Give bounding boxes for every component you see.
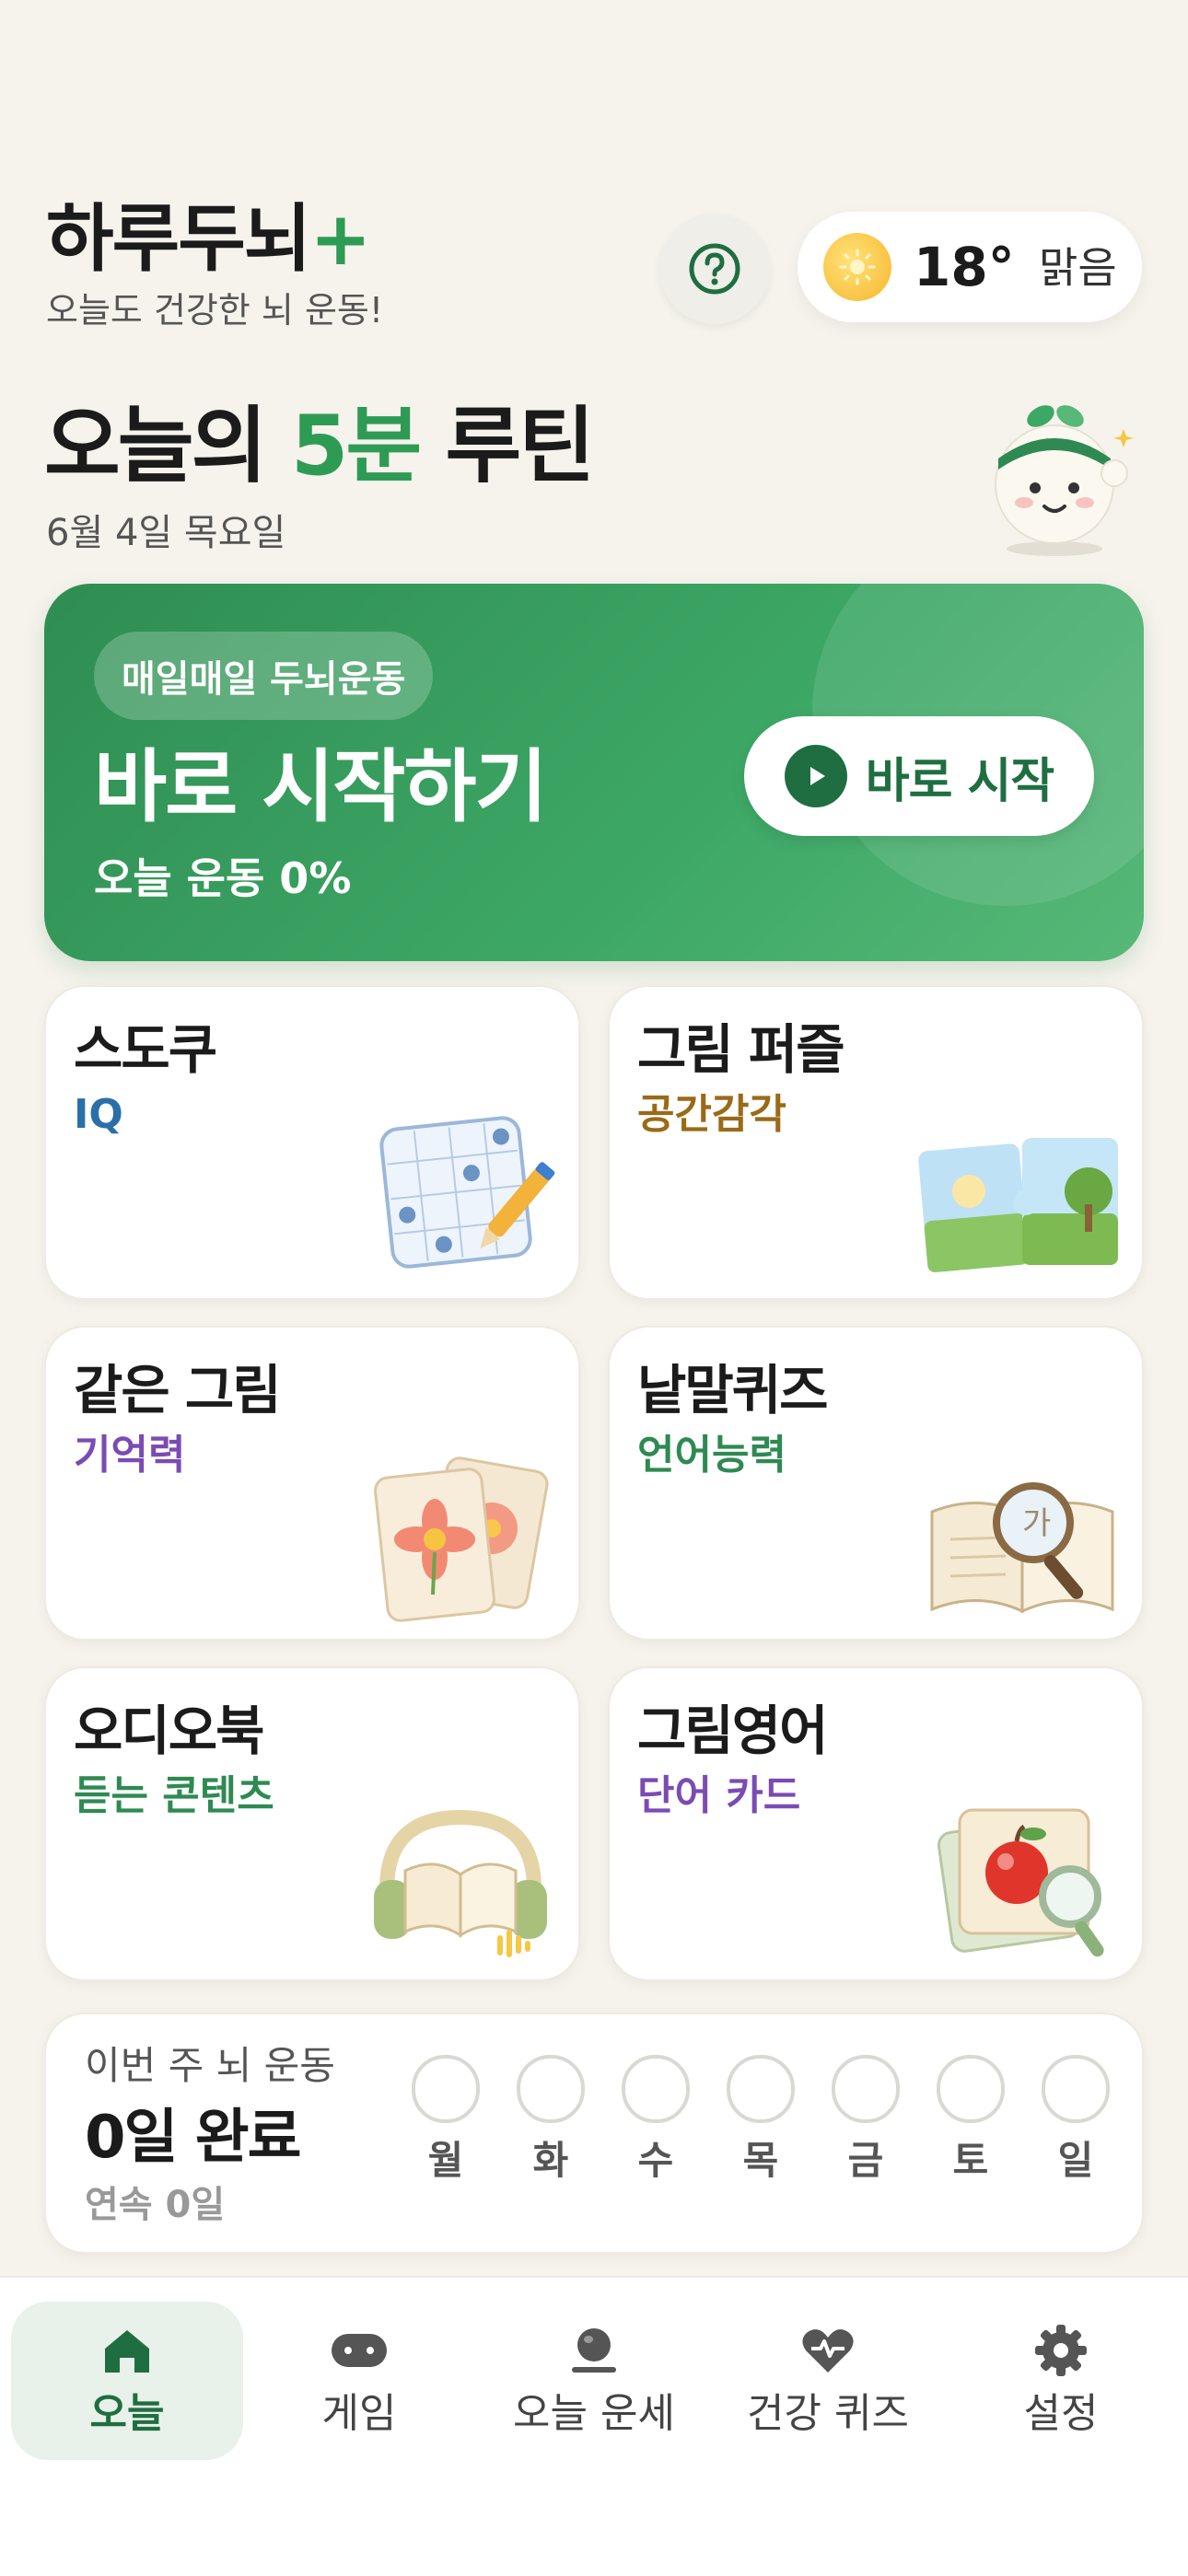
book-magnifier-icon: 가 (930, 1482, 1114, 1614)
day-label: 수 (637, 2138, 674, 2183)
day-ring (937, 2055, 1005, 2123)
day-label: 일 (1057, 2138, 1094, 2183)
weather-widget[interactable]: 18° 맑음 (798, 212, 1142, 322)
day-ring (517, 2055, 585, 2123)
game-card-sudoku[interactable]: 스도쿠 IQ (44, 985, 580, 1300)
play-triangle-icon (809, 767, 825, 785)
day-ring (727, 2055, 795, 2123)
card-subtitle: 듣는 콘텐츠 (74, 1772, 274, 1819)
nav-health-quiz[interactable]: 건강 퀴즈 (712, 2302, 944, 2460)
nav-label: 오늘 (89, 2390, 165, 2437)
card-title: 그림영어 (637, 1700, 828, 1762)
game-card-picture-puzzle[interactable]: 그림 퍼즐 공간감각 (608, 985, 1144, 1300)
help-button[interactable] (659, 214, 770, 324)
nav-games[interactable]: 게임 (243, 2302, 475, 2460)
nav-today[interactable]: 오늘 (11, 2302, 243, 2460)
jigsaw-puzzle-icon (918, 1138, 1118, 1272)
day-label: 목 (742, 2138, 779, 2183)
question-circle-icon (689, 243, 740, 295)
day-ring (832, 2055, 900, 2123)
routine-title-suffix: 루틴 (419, 398, 596, 494)
day-ring (412, 2055, 480, 2123)
day-thursday: 목 (724, 2055, 798, 2186)
start-button-label: 바로 시작 (865, 753, 1054, 809)
routine-date: 6월 4일 목요일 (46, 512, 286, 554)
day-wednesday: 수 (619, 2055, 693, 2186)
weekly-progress-card: 이번 주 뇌 운동 0일 완료 연속 0일 월 화 수 목 금 토 일 (44, 2013, 1144, 2254)
flower-cards-icon (374, 1456, 549, 1622)
mascot-icon (995, 405, 1134, 556)
bottom-nav: 오늘 게임 오늘 운세 건강 퀴즈 설정 (0, 2276, 1188, 2576)
card-subtitle: 단어 카드 (637, 1772, 801, 1819)
card-title: 오디오북 (74, 1700, 264, 1762)
app-title: 하루두뇌+ (46, 193, 371, 285)
weather-temperature: 18° (914, 236, 1015, 298)
app-name: 하루두뇌 (46, 196, 311, 282)
sun-rays-icon (839, 249, 876, 285)
gear-icon (1031, 2321, 1090, 2380)
game-card-audiobook[interactable]: 오디오북 듣는 콘텐츠 (44, 1666, 580, 1981)
game-card-picture-english[interactable]: 그림영어 단어 카드 (608, 1666, 1144, 1981)
card-title: 스도쿠 (74, 1018, 217, 1081)
day-friday: 금 (829, 2055, 903, 2186)
routine-title: 오늘의 5분 루틴 (44, 396, 596, 497)
start-button[interactable]: 바로 시작 (744, 716, 1094, 836)
card-subtitle: 언어능력 (637, 1432, 786, 1479)
card-subtitle: 공간감각 (637, 1091, 786, 1138)
day-sunday: 일 (1039, 2055, 1112, 2186)
day-label: 월 (427, 2138, 464, 2183)
nav-settings[interactable]: 설정 (945, 2302, 1177, 2460)
day-ring (622, 2055, 690, 2123)
weekly-streak: 연속 0일 (85, 2184, 226, 2226)
hero-chip: 매일매일 두뇌운동 (94, 632, 434, 720)
heart-pulse-icon (798, 2321, 857, 2380)
card-title: 그림 퍼즐 (637, 1018, 845, 1081)
sudoku-grid-icon (379, 1116, 555, 1269)
game-card-word-quiz[interactable]: 낱말퀴즈 언어능력 가 (608, 1326, 1144, 1641)
day-ring (1042, 2055, 1110, 2123)
day-label: 화 (532, 2138, 569, 2183)
play-icon (784, 745, 847, 807)
nav-label: 게임 (321, 2390, 397, 2437)
fortune-ball-icon (565, 2321, 623, 2380)
card-subtitle: IQ (74, 1091, 123, 1138)
hero-title: 바로 시작하기 (94, 741, 548, 833)
day-tuesday: 화 (514, 2055, 588, 2186)
day-saturday: 토 (934, 2055, 1007, 2186)
sun-icon (823, 233, 891, 301)
card-title: 같은 그림 (74, 1359, 282, 1421)
app-plus-mark: + (309, 196, 371, 282)
nav-fortune[interactable]: 오늘 운세 (478, 2302, 710, 2460)
day-monday: 월 (409, 2055, 483, 2186)
routine-title-accent: 5분 (290, 398, 422, 494)
day-label: 금 (847, 2138, 884, 2183)
day-label: 토 (952, 2138, 989, 2183)
routine-title-prefix: 오늘의 (44, 398, 291, 494)
nav-label: 건강 퀴즈 (747, 2390, 909, 2437)
card-title: 낱말퀴즈 (637, 1359, 828, 1421)
game-card-memory-match[interactable]: 같은 그림 기억력 (44, 1326, 580, 1641)
weekly-label: 이번 주 뇌 운동 (85, 2043, 335, 2088)
audiobook-headphones-icon (374, 1809, 547, 1957)
nav-label: 설정 (1023, 2390, 1099, 2437)
card-subtitle: 기억력 (74, 1432, 186, 1479)
gamepad-icon (330, 2321, 389, 2380)
weekly-done-count: 0일 완료 (85, 2104, 301, 2172)
nav-label: 오늘 운세 (513, 2390, 675, 2437)
home-icon (98, 2321, 157, 2380)
hero-progress: 오늘 운동 0% (94, 853, 352, 903)
svg-text:가: 가 (1022, 1505, 1051, 1542)
weather-condition: 맑음 (1039, 243, 1117, 293)
app-tagline: 오늘도 건강한 뇌 운동! (46, 290, 384, 331)
apple-flashcard-icon (937, 1808, 1104, 1957)
daily-routine-card[interactable]: 매일매일 두뇌운동 바로 시작하기 오늘 운동 0% 바로 시작 (44, 584, 1144, 961)
